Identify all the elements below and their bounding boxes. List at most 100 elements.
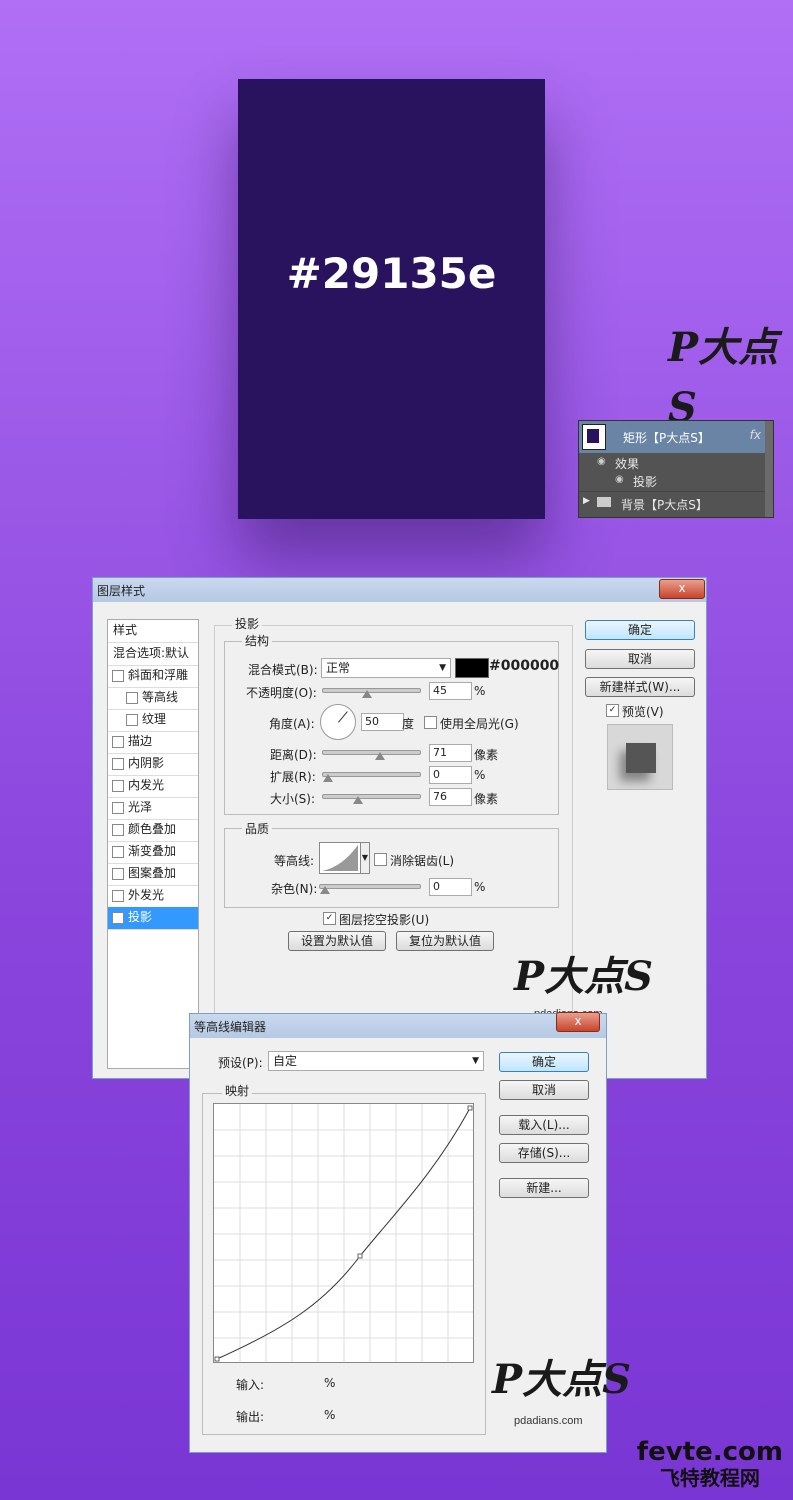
close-button[interactable]: x	[659, 579, 705, 599]
spread-slider[interactable]	[322, 772, 421, 782]
style-item-checkbox[interactable]	[112, 758, 124, 770]
distance-field[interactable]: 71	[429, 744, 472, 762]
slider-thumb[interactable]	[320, 886, 330, 894]
opacity-slider[interactable]	[322, 688, 421, 698]
new-button[interactable]: 新建...	[499, 1178, 589, 1198]
style-item-checkbox[interactable]	[112, 890, 124, 902]
style-item-label: 投影	[128, 910, 153, 924]
preview-label: 预览(V)	[622, 705, 664, 719]
input-unit: %	[324, 1376, 336, 1390]
style-item[interactable]: 等高线	[108, 687, 198, 710]
style-item-label: 内阴影	[128, 756, 165, 770]
style-item[interactable]: 内发光	[108, 775, 198, 798]
styles-header[interactable]: 样式	[108, 620, 198, 643]
contour-graph[interactable]	[213, 1103, 474, 1363]
style-item-checkbox[interactable]	[112, 780, 124, 792]
watermark-site: pdadians.com	[514, 1415, 583, 1427]
slider-thumb[interactable]	[323, 774, 333, 782]
ok-button[interactable]: 确定	[499, 1052, 589, 1072]
antialias-checkbox[interactable]	[374, 853, 387, 866]
preview-checkbox[interactable]: ✓	[606, 704, 619, 717]
style-item-label: 图案叠加	[128, 866, 177, 880]
style-item[interactable]: 纹理	[108, 709, 198, 732]
cancel-button[interactable]: 取消	[585, 649, 695, 669]
style-item[interactable]: 内阴影	[108, 753, 198, 776]
style-item-checkbox[interactable]	[112, 736, 124, 748]
make-default-button[interactable]: 设置为默认值	[288, 931, 386, 951]
watermark-logo-text: P大点S	[514, 953, 653, 1000]
style-item-checkbox[interactable]	[112, 670, 124, 682]
reset-default-button[interactable]: 复位为默认值	[396, 931, 494, 951]
site-domain: fevte.com	[636, 1437, 783, 1467]
size-slider[interactable]	[322, 794, 421, 804]
style-item-checkbox[interactable]	[112, 846, 124, 858]
curve-point[interactable]	[357, 1253, 363, 1259]
opacity-field[interactable]: 45	[429, 682, 472, 700]
ok-button[interactable]: 确定	[585, 620, 695, 640]
close-button[interactable]: x	[556, 1012, 600, 1032]
angle-field[interactable]: 50	[361, 713, 404, 731]
angle-dial[interactable]	[320, 704, 356, 740]
spread-label: 扩展(R):	[270, 770, 316, 784]
layer-row-background[interactable]: ▶ 背景【P大点S】	[579, 491, 765, 516]
global-light-label: 使用全局光(G)	[440, 717, 519, 731]
style-item-checkbox[interactable]	[112, 824, 124, 836]
cancel-button[interactable]: 取消	[499, 1080, 589, 1100]
quality-title: 品质	[242, 820, 273, 837]
slider-thumb[interactable]	[352, 796, 363, 804]
preset-select[interactable]: 自定 ▼	[268, 1051, 484, 1071]
shadow-color-swatch[interactable]	[455, 658, 489, 678]
contour-editor-title: 等高线编辑器	[194, 1020, 267, 1034]
curve-point[interactable]	[467, 1105, 473, 1111]
layer-row-rectangle[interactable]: 矩形【P大点S】 fx	[579, 421, 765, 453]
contour-curve[interactable]	[214, 1104, 473, 1362]
scrollbar[interactable]	[765, 421, 773, 517]
style-item-checkbox[interactable]	[126, 692, 138, 704]
contour-curve-icon	[322, 845, 358, 871]
style-item[interactable]: 渐变叠加	[108, 841, 198, 864]
knockout-checkbox[interactable]: ✓	[323, 912, 336, 925]
style-item[interactable]: 图案叠加	[108, 863, 198, 886]
global-light-checkbox[interactable]	[424, 716, 437, 729]
style-item[interactable]: 描边	[108, 731, 198, 754]
mapping-title: 映射	[222, 1082, 253, 1099]
structure-title: 结构	[242, 632, 273, 649]
curve-point[interactable]	[214, 1356, 220, 1362]
spread-field[interactable]: 0	[429, 766, 472, 784]
style-item[interactable]: 斜面和浮雕	[108, 665, 198, 688]
noise-unit: %	[474, 880, 486, 894]
watermark-logo: P大点S pdadians.com	[492, 1345, 631, 1427]
dropdown-arrow-icon: ▼	[472, 1056, 479, 1066]
eye-icon[interactable]: ◉	[615, 474, 624, 485]
style-item-checkbox[interactable]	[126, 714, 138, 726]
distance-slider[interactable]	[322, 750, 421, 760]
load-button[interactable]: 载入(L)...	[499, 1115, 589, 1135]
style-item[interactable]: 颜色叠加	[108, 819, 198, 842]
blend-mode-select[interactable]: 正常 ▼	[321, 658, 451, 678]
style-item-checkbox[interactable]	[112, 868, 124, 880]
style-item-checkbox[interactable]: ✓	[112, 912, 124, 924]
output-unit: %	[324, 1408, 336, 1422]
contour-dropdown-arrow-icon[interactable]: ▼	[360, 842, 370, 874]
save-button[interactable]: 存储(S)...	[499, 1143, 589, 1163]
size-field[interactable]: 76	[429, 788, 472, 806]
layer-shadow-row[interactable]: ◉ 投影	[579, 472, 765, 490]
fx-icon[interactable]: fx	[750, 428, 761, 442]
style-item[interactable]: 外发光	[108, 885, 198, 908]
style-item[interactable]: 光泽	[108, 797, 198, 820]
eye-icon[interactable]: ◉	[597, 456, 606, 467]
style-preview-thumbnail	[607, 724, 673, 790]
contour-picker[interactable]	[319, 842, 361, 874]
noise-slider[interactable]	[319, 884, 421, 894]
new-style-button[interactable]: 新建样式(W)...	[585, 677, 695, 697]
noise-field[interactable]: 0	[429, 878, 472, 896]
style-item-checkbox[interactable]	[112, 802, 124, 814]
style-item[interactable]: ✓ 投影	[108, 907, 198, 930]
distance-label: 距离(D):	[270, 748, 317, 762]
blend-options-item[interactable]: 混合选项:默认	[108, 643, 198, 666]
slider-thumb[interactable]	[362, 690, 373, 698]
layer-effects-row[interactable]: ◉ 效果	[579, 454, 765, 472]
style-item-label: 等高线	[142, 690, 179, 704]
expand-arrow-icon[interactable]: ▶	[583, 496, 590, 506]
slider-thumb[interactable]	[375, 752, 386, 760]
